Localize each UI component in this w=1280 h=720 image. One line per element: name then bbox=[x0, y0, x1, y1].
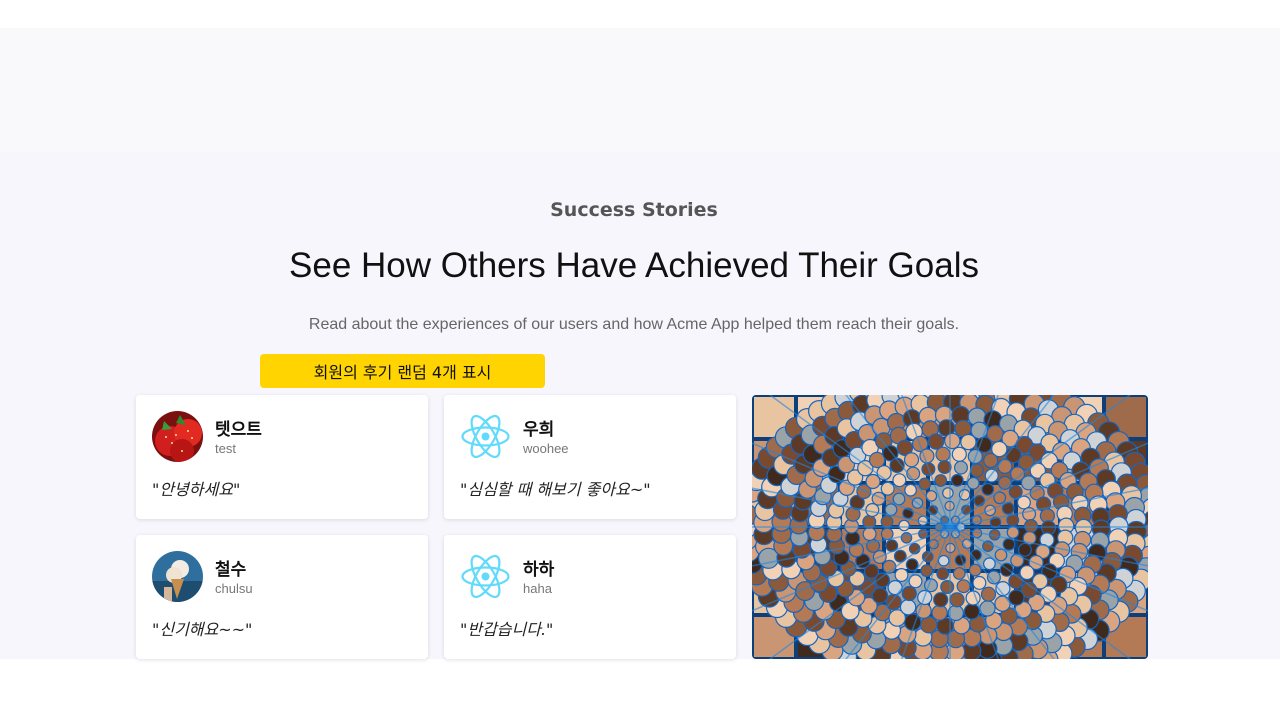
section-title: See How Others Have Achieved Their Goals bbox=[289, 246, 979, 285]
review-card: 우희 woohee "심심할 때 해보기 좋아요~" bbox=[444, 395, 736, 519]
random-reviews-badge: 회원의 후기 랜덤 4개 표시 bbox=[260, 354, 545, 388]
review-card: 하하 haha "반갑습니다." bbox=[444, 535, 736, 659]
reviewer-username: chulsu bbox=[215, 581, 253, 596]
reviewer-username: woohee bbox=[523, 441, 569, 456]
reviewer-name: 하하 bbox=[523, 560, 555, 580]
review-text: "신기해요~~" bbox=[152, 620, 253, 639]
header-band bbox=[0, 28, 1280, 152]
review-card: 철수 chulsu "신기해요~~" bbox=[136, 535, 428, 659]
review-text: "반갑습니다." bbox=[460, 620, 554, 639]
reviewer-username: haha bbox=[523, 581, 552, 596]
faces-collage-image bbox=[752, 395, 1148, 659]
reviewer-name: 텟으트 bbox=[215, 420, 262, 440]
react-logo-avatar bbox=[460, 411, 511, 462]
reviewer-username: test bbox=[215, 441, 236, 456]
strawberry-avatar bbox=[152, 411, 203, 462]
react-logo-avatar bbox=[460, 551, 511, 602]
review-card: 텟으트 test "안녕하세요" bbox=[136, 395, 428, 519]
reviewer-name: 우희 bbox=[523, 420, 555, 440]
section-description: Read about the experiences of our users … bbox=[308, 316, 960, 333]
review-text: "심심할 때 해보기 좋아요~" bbox=[460, 480, 651, 499]
ice-cream-avatar bbox=[152, 551, 203, 602]
reviewer-name: 철수 bbox=[215, 560, 247, 580]
review-text: "안녕하세요" bbox=[152, 480, 241, 499]
section-eyebrow: Success Stories bbox=[550, 199, 718, 221]
